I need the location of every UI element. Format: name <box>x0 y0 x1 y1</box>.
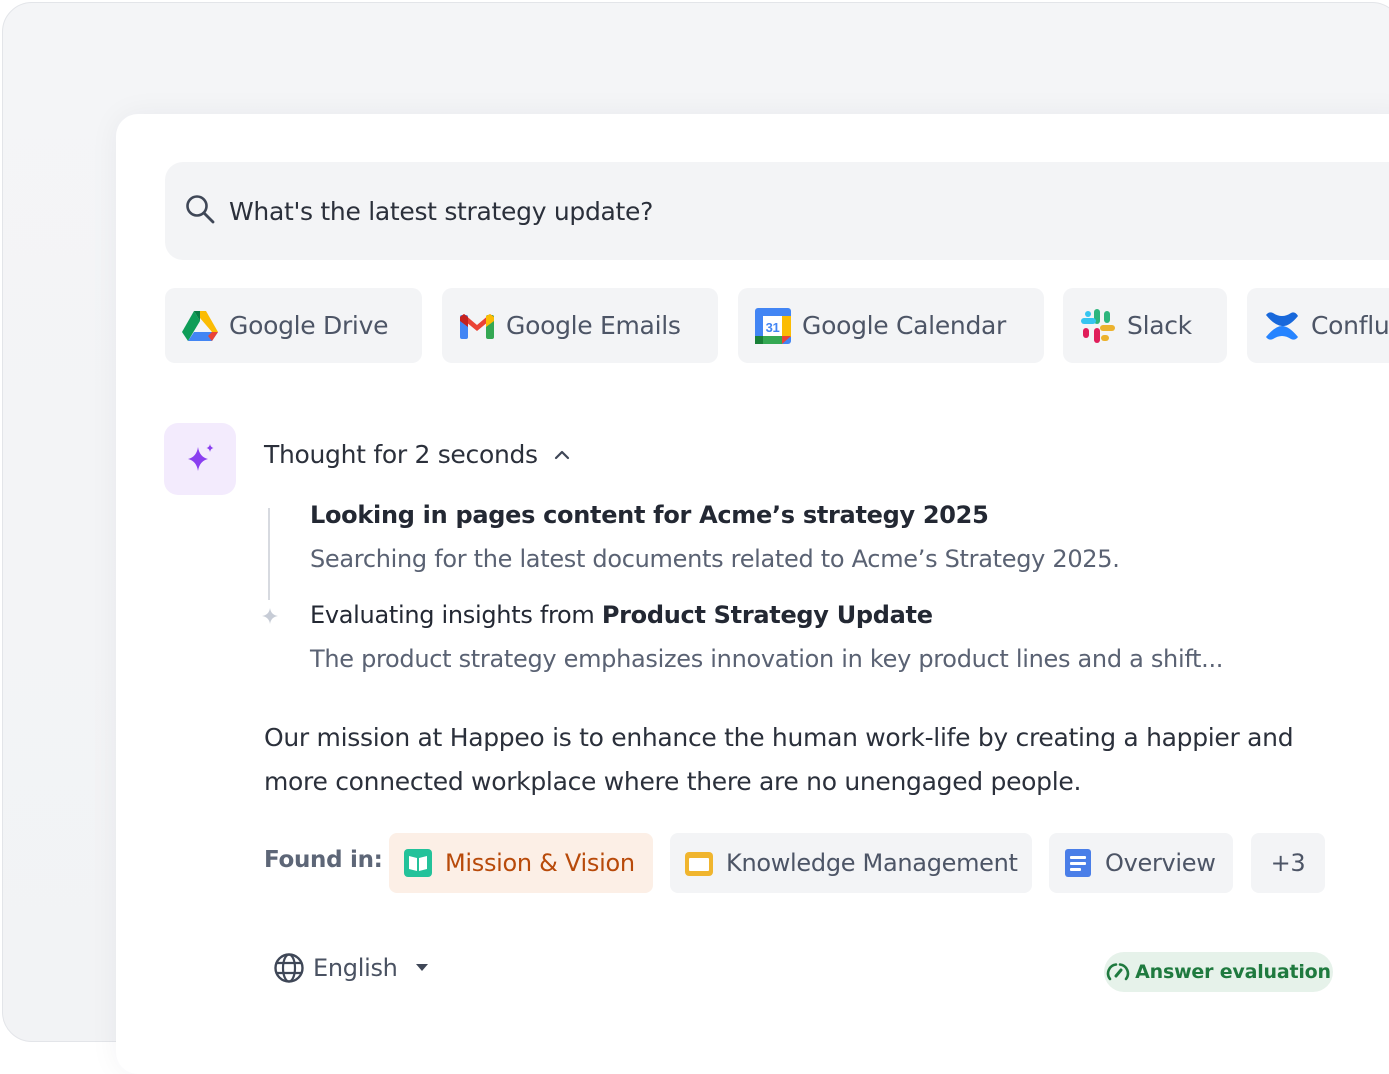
step-1-title: Looking in pages content for Acme’s stra… <box>310 501 989 529</box>
answer-evaluation-button[interactable]: Answer evaluation <box>1104 952 1333 992</box>
answer-text: Our mission at Happeo is to enhance the … <box>264 723 1294 796</box>
search-bar[interactable] <box>165 162 1389 260</box>
book-icon <box>404 849 432 877</box>
thought-label: Thought for 2 seconds <box>264 440 538 469</box>
language-label: English <box>313 954 398 982</box>
ai-avatar <box>164 423 236 495</box>
ref-knowledge-management[interactable]: Knowledge Management <box>670 833 1032 893</box>
globe-icon <box>274 953 304 983</box>
source-confluence[interactable]: Confluence <box>1247 288 1389 363</box>
doc-icon <box>1065 849 1091 877</box>
ref-label: Knowledge Management <box>726 849 1018 877</box>
slides-icon <box>685 852 713 876</box>
slack-icon <box>1081 308 1115 343</box>
sparkle-icon <box>188 444 214 471</box>
source-label: Slack <box>1127 311 1192 340</box>
step-2-title-prefix: Evaluating insights from <box>310 601 602 629</box>
gmail-icon <box>460 313 494 339</box>
source-label: Google Drive <box>229 311 389 340</box>
source-label: Google Calendar <box>802 311 1007 340</box>
source-google-emails[interactable]: Google Emails <box>442 288 718 363</box>
language-selector[interactable]: English <box>273 952 428 984</box>
source-label: Confluence <box>1311 311 1389 340</box>
ref-overview[interactable]: Overview <box>1049 833 1233 893</box>
ref-mission-vision[interactable]: Mission & Vision <box>389 833 653 893</box>
svg-text:31: 31 <box>766 320 780 335</box>
more-refs-button[interactable]: +3 <box>1251 833 1325 893</box>
source-slack[interactable]: Slack <box>1063 288 1227 363</box>
search-icon <box>183 192 217 230</box>
source-google-drive[interactable]: Google Drive <box>165 288 422 363</box>
source-google-calendar[interactable]: 31 Google Calendar <box>738 288 1044 363</box>
ref-label: Mission & Vision <box>445 849 635 877</box>
google-calendar-icon: 31 <box>755 307 791 344</box>
step-2-source[interactable]: Product Strategy Update <box>602 601 933 629</box>
found-in-label: Found in: <box>264 847 383 873</box>
caret-down-icon <box>415 964 428 971</box>
steps-timeline <box>268 508 270 600</box>
confluence-icon <box>1266 311 1298 340</box>
chevron-up-icon <box>554 450 569 459</box>
gauge-icon <box>1106 963 1130 981</box>
ref-label: Overview <box>1105 849 1216 877</box>
step-progress-icon <box>262 608 278 624</box>
step-2-title: Evaluating insights from Product Strateg… <box>310 601 933 629</box>
google-drive-icon <box>182 310 218 341</box>
step-2-description: The product strategy emphasizes innovati… <box>310 645 1224 673</box>
evaluation-label: Answer evaluation <box>1135 961 1331 983</box>
source-label: Google Emails <box>506 311 681 340</box>
search-input[interactable] <box>229 196 1129 226</box>
step-1-description: Searching for the latest documents relat… <box>310 545 1120 573</box>
thought-toggle[interactable]: Thought for 2 seconds <box>264 440 570 469</box>
